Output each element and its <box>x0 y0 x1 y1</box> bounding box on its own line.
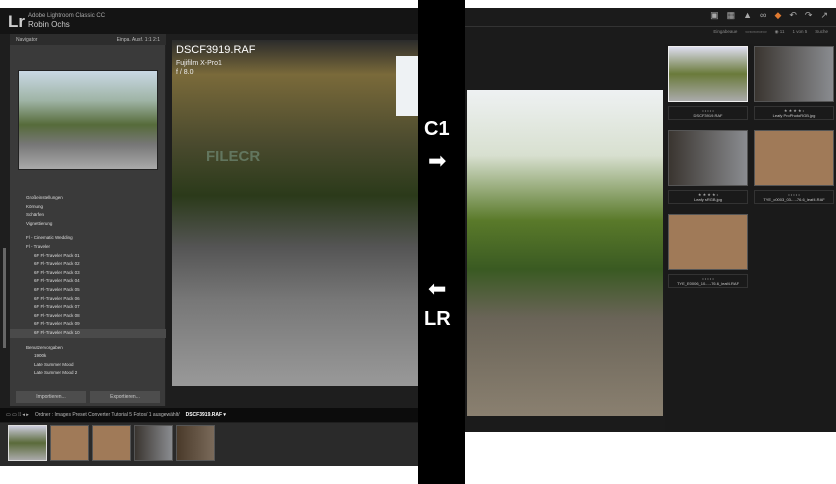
toolbar-icon[interactable]: ↗ <box>820 10 828 22</box>
view-icon[interactable]: ◉ 11 <box>775 29 785 35</box>
preset-item[interactable]: 6F Fl-Traveler Pack 04 <box>10 277 166 286</box>
filmstrip <box>0 423 418 466</box>
arrow-left-icon: ⬅ <box>428 276 447 301</box>
browser-thumb[interactable] <box>754 46 834 102</box>
export-button[interactable]: Exportieren... <box>90 391 160 403</box>
presets-list: Großeinstellungen Körnung Schärfen Vignetti… <box>10 194 166 394</box>
c1-viewer-photo <box>467 90 663 416</box>
preset-item[interactable]: Schärfen <box>10 211 166 220</box>
thumb-size-slider[interactable]: ▭▭▭▭▭ <box>745 29 766 35</box>
preset-item[interactable]: 6F Fl-Traveler Pack 10 <box>10 328 166 338</box>
preset-item[interactable]: 6F Fl-Traveler Pack 09 <box>10 320 166 329</box>
preset-item[interactable]: 6F Fl-Traveler Pack 02 <box>10 260 166 269</box>
search-input[interactable]: Suche <box>815 29 828 35</box>
preset-item[interactable]: 6F Fl-Traveler Pack 08 <box>10 312 166 321</box>
lr-header: Lr Adobe Lightroom Classic CC Robin Ochs <box>0 8 418 34</box>
thumb-caption: • • • • • TYE_c0003_03-...-76.6_leaf4.RAF <box>754 190 834 204</box>
toolbar-icon[interactable]: ↶ <box>789 10 797 22</box>
navigator-header[interactable]: Navigator Einpa. Ausf. 1:1 2:1 <box>10 34 166 45</box>
lr-logo: Lr <box>8 12 25 31</box>
thumb-filename: Leafy sRGB.jpg <box>693 197 722 202</box>
divider <box>418 0 465 484</box>
browser-thumb[interactable] <box>668 130 748 186</box>
import-button[interactable]: Importieren... <box>16 391 86 403</box>
toolbar-icon[interactable]: ↷ <box>805 10 813 22</box>
navigator-title: Navigator <box>16 37 38 43</box>
lightroom-window: Lr Adobe Lightroom Classic CC Robin Ochs… <box>0 8 418 466</box>
filmstrip-thumb[interactable] <box>8 425 47 461</box>
preset-item[interactable]: Benutzervorgaben <box>10 344 166 353</box>
left-panel: Navigator Einpa. Ausf. 1:1 2:1 Großeinst… <box>10 34 166 406</box>
c1-label: C1 <box>424 118 450 140</box>
thumb-caption: ★ ★ ★ ★ • Leafy ProPhotoRGB.jpg <box>754 106 834 120</box>
captureone-window: ▣ ▦ ▲ ∞ ◆ ↶ ↷ ↗ Eingabeaue ▭▭▭▭▭ ◉ 11 1 von 5 S… <box>465 8 836 432</box>
preset-item[interactable]: Großeinstellungen <box>10 194 166 203</box>
preset-item[interactable]: Fl - Traveler <box>10 243 166 252</box>
sort-label: Eingabeaue <box>713 29 738 34</box>
watermark: FILECR <box>206 148 261 165</box>
arrow-right-icon: ➡ <box>428 148 447 173</box>
preset-item[interactable]: 6F Fl-Traveler Pack 03 <box>10 269 166 278</box>
filmstrip-selected[interactable]: DSCF3919.RAF ▾ <box>186 412 226 418</box>
count-label: 1 von 5 <box>792 29 808 34</box>
filmstrip-thumb[interactable] <box>50 425 89 461</box>
toolbar-icon[interactable]: ▣ <box>710 10 719 22</box>
preset-item[interactable]: 6F Fl-Traveler Pack 05 <box>10 286 166 295</box>
thumb-caption: • • • • • DSCF3919.RAF <box>668 106 748 120</box>
filmstrip-path[interactable]: Ordner : Images Preset Converter Tutoria… <box>35 412 180 418</box>
c1-browser: • • • • • DSCF3919.RAF ★ ★ ★ ★ • Leafy ProP… <box>665 44 836 432</box>
thumb-caption: • • • • • TYE_E0006_10-...-76.6_leaf4.RAF <box>668 274 748 288</box>
toolbar-icon[interactable]: ▦ <box>727 10 736 22</box>
photo-camera: Fujifilm X-Pro1 <box>176 60 222 67</box>
preset-item[interactable]: Vignettierung <box>10 220 166 229</box>
filmstrip-thumb[interactable] <box>176 425 215 461</box>
c1-toolbar: ▣ ▦ ▲ ∞ ◆ ↶ ↷ ↗ <box>465 8 836 24</box>
filmstrip-thumb[interactable] <box>134 425 173 461</box>
thumb-filename: Leafy ProPhotoRGB.jpg <box>772 113 816 118</box>
browser-thumb[interactable] <box>668 46 748 102</box>
preset-item[interactable]: Late Summer Mood <box>10 361 166 370</box>
filmstrip-thumb[interactable] <box>92 425 131 461</box>
thumb-caption: ★ ★ ★ ★ • Leafy sRGB.jpg <box>668 190 748 204</box>
preset-item[interactable]: Körnung <box>10 203 166 212</box>
view-toggle-icon[interactable]: ▭ ▭ ⁞⁞ ◂ ▸ <box>6 412 29 418</box>
thumb-filename: TYE_E0006_10-...-76.6_leaf4.RAF <box>676 281 740 286</box>
filmstrip-bar: ▭ ▭ ⁞⁞ ◂ ▸ Ordner : Images Preset Conver… <box>0 408 418 422</box>
preset-item[interactable]: 6F Fl-Traveler Pack 01 <box>10 252 166 261</box>
toolbar-icon[interactable]: ◆ <box>774 10 781 22</box>
browser-thumb[interactable] <box>754 130 834 186</box>
toolbar-icon[interactable]: ▲ <box>743 10 752 22</box>
toolbar-icon[interactable]: ∞ <box>760 10 766 22</box>
navigator-preview[interactable] <box>18 70 158 170</box>
main-photo: DSCF3919.RAF Fujifilm X-Pro1 f / 8.0 FIL… <box>172 40 418 386</box>
preset-item[interactable]: Late Summer Mood 2 <box>10 369 166 378</box>
lr-label: LR <box>424 308 451 330</box>
preset-item[interactable]: 6F Fl-Traveler Pack 07 <box>10 303 166 312</box>
photo-sky <box>396 56 418 116</box>
preset-item[interactable]: 1900k <box>10 352 166 361</box>
thumb-filename: DSCF3919.RAF <box>693 113 723 118</box>
scrollbar[interactable] <box>3 248 6 348</box>
user-name: Robin Ochs <box>28 20 70 29</box>
preset-item[interactable]: 6F Fl-Traveler Pack 06 <box>10 295 166 304</box>
zoom-options[interactable]: Einpa. Ausf. 1:1 2:1 <box>117 37 160 43</box>
photo-aperture: f / 8.0 <box>176 69 194 76</box>
browser-thumb[interactable] <box>668 214 748 270</box>
app-name: Adobe Lightroom Classic CC <box>28 13 106 19</box>
thumb-filename: TYE_c0003_03-...-76.6_leaf4.RAF <box>763 197 825 202</box>
import-export-buttons: Importieren... Exportieren... <box>10 391 166 403</box>
photo-filename: DSCF3919.RAF <box>176 44 256 56</box>
preset-item[interactable]: Fl - Cinematic Wedding <box>10 234 166 243</box>
c1-browser-bar: Eingabeaue ▭▭▭▭▭ ◉ 11 1 von 5 Suche <box>465 26 836 37</box>
